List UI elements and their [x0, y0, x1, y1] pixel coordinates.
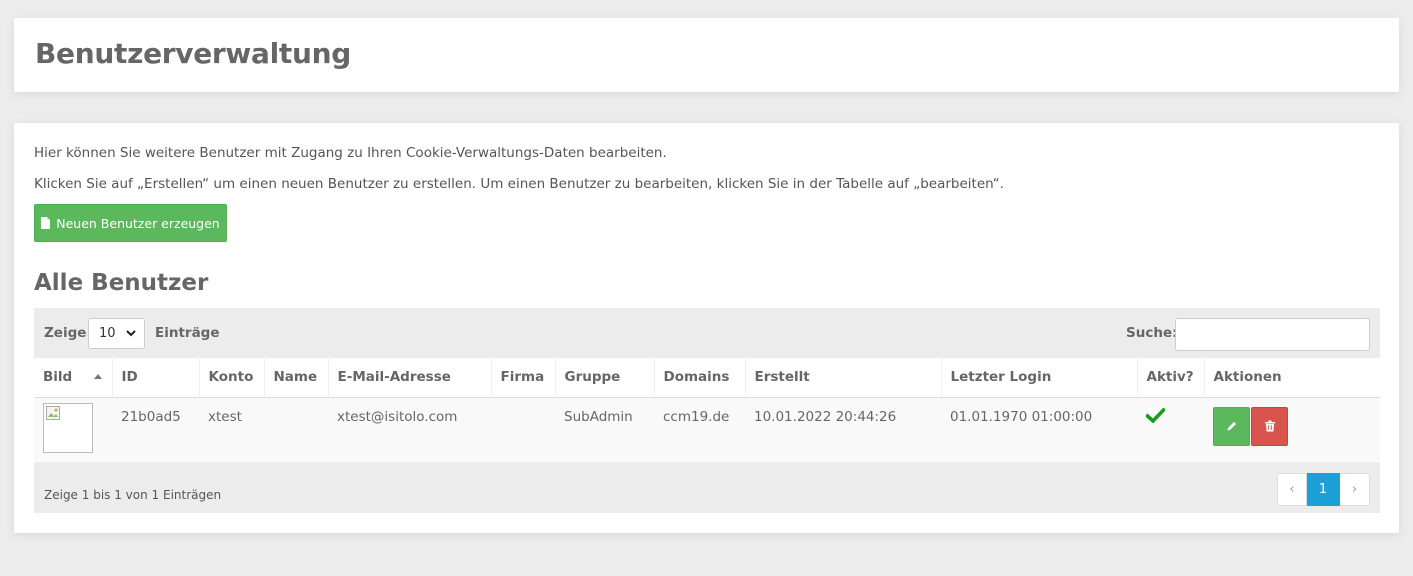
table-header-row: Bild ID Konto Name E-Mail-Adresse Firma … — [34, 358, 1380, 398]
column-header-aktiv[interactable]: Aktiv? — [1136, 358, 1204, 398]
pagination: ‹ 1 › — [1277, 473, 1370, 506]
table-footer: Zeige 1 bis 1 von 1 Einträgen ‹ 1 › — [34, 462, 1380, 513]
column-header-bild[interactable]: Bild — [34, 358, 112, 398]
search-label: Suche: — [1126, 325, 1178, 341]
file-icon — [41, 217, 51, 229]
main-panel: Hier können Sie weitere Benutzer mit Zug… — [14, 123, 1399, 533]
trash-icon — [1264, 420, 1275, 432]
chevron-down-icon — [126, 330, 136, 337]
sort-asc-icon — [93, 374, 102, 379]
create-user-label: Neuen Benutzer erzeugen — [56, 215, 220, 231]
column-header-erstellt[interactable]: Erstellt — [744, 358, 941, 398]
users-table: Bild ID Konto Name E-Mail-Adresse Firma … — [34, 358, 1380, 461]
intro-text-2: Klicken Sie auf „Erstellen“ um einen neu… — [34, 176, 1004, 192]
cell-bild — [34, 397, 112, 461]
column-header-firma[interactable]: Firma — [490, 358, 555, 398]
search-input[interactable] — [1175, 318, 1370, 351]
avatar — [43, 402, 93, 453]
header-panel: Benutzerverwaltung — [14, 18, 1399, 92]
cell-id: 21b0ad5 — [112, 397, 199, 461]
cell-aktionen — [1204, 397, 1380, 461]
table-row: 21b0ad5 xtest xtest@isitolo.com SubAdmin… — [34, 397, 1380, 461]
cell-firma — [491, 397, 555, 461]
cell-konto: xtest — [199, 397, 264, 461]
column-header-gruppe[interactable]: Gruppe — [554, 358, 654, 398]
page-length-value: 10 — [99, 326, 116, 341]
length-suffix: Einträge — [155, 325, 220, 341]
edit-button[interactable] — [1213, 406, 1250, 446]
pagination-next-button[interactable]: › — [1340, 473, 1370, 506]
page-title: Benutzerverwaltung — [35, 37, 351, 70]
pagination-prev-button[interactable]: ‹ — [1277, 473, 1307, 506]
column-header-id[interactable]: ID — [111, 358, 199, 398]
cell-email: xtest@isitolo.com — [328, 397, 491, 461]
cell-erstellt: 10.01.2022 20:44:26 — [745, 397, 941, 461]
column-header-konto[interactable]: Konto — [198, 358, 264, 398]
intro-text-1: Hier können Sie weitere Benutzer mit Zug… — [34, 145, 667, 161]
check-icon — [1146, 407, 1165, 423]
broken-image-icon — [46, 405, 60, 420]
length-prefix: Zeige — [44, 325, 87, 341]
table-info: Zeige 1 bis 1 von 1 Einträgen — [44, 488, 222, 502]
cell-name — [264, 397, 328, 461]
section-title: Alle Benutzer — [34, 270, 209, 296]
column-header-email[interactable]: E-Mail-Adresse — [327, 358, 491, 398]
create-user-button[interactable]: Neuen Benutzer erzeugen — [34, 204, 227, 242]
cell-aktiv — [1137, 397, 1204, 461]
cell-gruppe: SubAdmin — [555, 397, 654, 461]
pencil-icon — [1227, 421, 1236, 431]
pagination-page-1[interactable]: 1 — [1307, 473, 1340, 506]
cell-letzter-login: 01.01.1970 01:00:00 — [941, 397, 1137, 461]
page-length-select[interactable]: 10 — [88, 318, 145, 349]
cell-domains: ccm19.de — [654, 397, 745, 461]
column-header-aktionen: Aktionen — [1203, 358, 1380, 398]
table-toolbar: Zeige 10 Einträge Suche: — [34, 308, 1380, 358]
column-header-name[interactable]: Name — [263, 358, 328, 398]
column-header-letzter-login[interactable]: Letzter Login — [940, 358, 1137, 398]
column-header-domains[interactable]: Domains — [653, 358, 745, 398]
delete-button[interactable] — [1251, 406, 1288, 446]
